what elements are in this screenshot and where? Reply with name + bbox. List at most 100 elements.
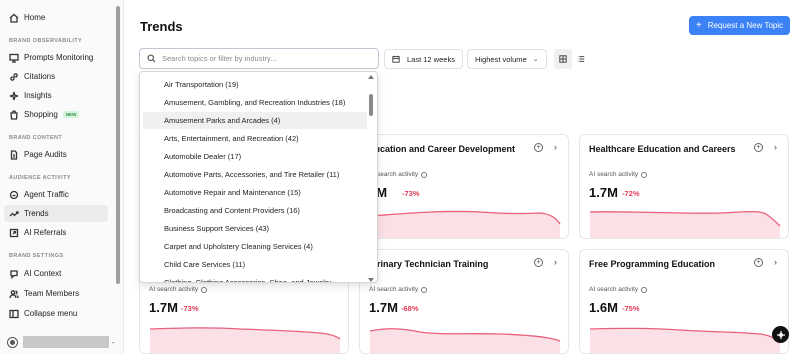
sidebar-item-team-members[interactable]: Team Members (4, 285, 108, 302)
dropdown-option[interactable]: Automobile Dealer (17) (143, 148, 367, 165)
sparkline-chart (149, 327, 341, 353)
dropdown-scrollbar[interactable] (367, 72, 375, 282)
request-new-topic-button[interactable]: + Request a New Topic (689, 16, 790, 35)
sidebar-item-agent-traffic[interactable]: Agent Traffic (4, 186, 108, 203)
collapse-icon (9, 309, 19, 319)
sidebar-item-ai-context[interactable]: AI Context (4, 265, 108, 282)
card-change: -73% (402, 189, 420, 198)
dropdown-option[interactable]: Business Support Services (43) (143, 220, 367, 237)
card-value: 1.7M (149, 300, 178, 315)
sidebar-item-label: Insights (24, 91, 52, 100)
scroll-up-icon[interactable] (368, 75, 374, 79)
sidebar-item-label: Citations (24, 72, 56, 81)
view-toggle (554, 49, 590, 69)
dropdown-option[interactable]: Broadcasting and Content Providers (16) (143, 202, 367, 219)
card-change: -68% (401, 304, 419, 313)
scroll-thumb[interactable] (369, 94, 373, 116)
card-label: AI search activity (149, 286, 208, 293)
dropdown-option[interactable]: Automotive Repair and Maintenance (15) (143, 184, 367, 201)
add-icon[interactable]: + (754, 258, 763, 267)
users-icon (9, 289, 19, 299)
help-icon (641, 171, 648, 178)
chevron-right-icon[interactable]: › (554, 142, 557, 152)
add-icon[interactable]: + (534, 258, 543, 267)
sort-label: Highest volume (475, 54, 527, 64)
dropdown-option[interactable]: Child Care Services (11) (143, 256, 367, 273)
help-icon (776, 330, 785, 339)
sidebar-scrollbar[interactable] (116, 6, 120, 284)
help-icon (421, 171, 428, 178)
card-title: Free Programming Education (589, 259, 716, 269)
sidebar-item-home[interactable]: Home (4, 9, 108, 26)
trend-card[interactable]: ducation and Career Development + › AI s… (359, 134, 569, 239)
sidebar-item-shopping[interactable]: Shopping NEW (4, 106, 108, 123)
calendar-icon (392, 55, 400, 63)
sidebar-item-citations[interactable]: Citations (4, 68, 108, 85)
card-change: -73% (181, 304, 199, 313)
sidebar-item-label: Shopping (24, 110, 58, 119)
sidebar-item-label: Agent Traffic (24, 190, 69, 199)
help-icon (421, 286, 428, 293)
dropdown-option[interactable]: Amusement Parks and Arcades (4) (143, 112, 367, 129)
trend-card[interactable]: Healthcare Education and Careers + › AI … (579, 134, 789, 239)
add-icon[interactable]: + (534, 143, 543, 152)
referral-icon (9, 228, 19, 238)
request-button-label: Request a New Topic (707, 21, 784, 30)
sidebar-item-trends[interactable]: Trends (4, 205, 108, 222)
trend-icon (9, 209, 19, 219)
redacted-username (23, 336, 109, 348)
user-menu[interactable]: - (4, 333, 115, 351)
chevron-right-icon[interactable]: › (774, 142, 777, 152)
monitor-icon (9, 53, 19, 63)
sidebar-item-label: Collapse menu (24, 309, 78, 318)
card-value: 1.7M (589, 185, 618, 200)
dropdown-option[interactable]: Clothing, Clothing Accessories, Shoe, an… (143, 274, 367, 282)
card-value: 1.6M (589, 300, 618, 315)
collapse-menu-button[interactable]: Collapse menu (4, 305, 108, 322)
sort-select[interactable]: Highest volume ⌄ (467, 49, 547, 69)
scroll-down-icon[interactable] (368, 278, 374, 282)
dropdown-option[interactable]: Air Transportation (19) (143, 76, 367, 93)
search-icon (147, 54, 156, 63)
dropdown-option[interactable]: Amusement, Gambling, and Recreation Indu… (143, 94, 367, 111)
trend-card[interactable]: Free Programming Education + › AI search… (579, 249, 789, 354)
industry-dropdown: Air Transportation (19) Amusement, Gambl… (139, 71, 378, 283)
sidebar-item-label: Home (24, 13, 46, 22)
sidebar-item-insights[interactable]: Insights (4, 87, 108, 104)
sidebar-item-label: AI Context (24, 269, 62, 278)
trend-card[interactable]: terinary Technician Training + › AI sear… (359, 249, 569, 354)
sidebar-item-page-audits[interactable]: Page Audits (4, 146, 108, 163)
date-range-button[interactable]: Last 12 weeks (384, 49, 463, 69)
sidebar-item-ai-referrals[interactable]: AI Referrals (4, 224, 108, 241)
sidebar-item-label: AI Referrals (24, 228, 67, 237)
section-label: BRAND OBSERVABILITY (9, 38, 83, 44)
card-label: AI search activity (589, 286, 648, 293)
sidebar-item-label: Page Audits (24, 150, 67, 159)
chevron-right-icon[interactable]: › (774, 257, 777, 267)
dropdown-option[interactable]: Arts, Entertainment, and Recreation (42) (143, 130, 367, 147)
grid-view-button[interactable] (554, 49, 572, 69)
dropdown-option[interactable]: Carpet and Upholstery Cleaning Services … (143, 238, 367, 255)
sparkline-chart (589, 210, 781, 238)
chevron-down-icon: ⌄ (532, 56, 539, 63)
sidebar-item-label: Team Members (24, 289, 80, 298)
date-range-label: Last 12 weeks (407, 54, 455, 64)
chevron-right-icon[interactable]: › (554, 257, 557, 267)
sparkline-chart (589, 327, 781, 353)
page-title: Trends (140, 19, 183, 34)
section-label: BRAND CONTENT (9, 135, 63, 141)
search-input[interactable] (162, 54, 362, 63)
shopping-bag-icon (9, 109, 19, 120)
list-view-button[interactable] (572, 49, 590, 69)
sparkline-chart (369, 210, 561, 238)
link-icon (9, 72, 19, 82)
help-button[interactable] (772, 326, 789, 343)
dropdown-option[interactable]: Automotive Parts, Accessories, and Tire … (143, 166, 367, 183)
sidebar-item-label: Prompts Monitoring (24, 53, 94, 62)
section-label: AUDIENCE ACTIVITY (9, 175, 71, 181)
add-icon[interactable]: + (754, 143, 763, 152)
search-field[interactable] (139, 48, 379, 69)
card-label: AI search activity (369, 286, 428, 293)
sidebar-item-prompts-monitoring[interactable]: Prompts Monitoring (4, 49, 108, 66)
home-icon (9, 13, 19, 23)
